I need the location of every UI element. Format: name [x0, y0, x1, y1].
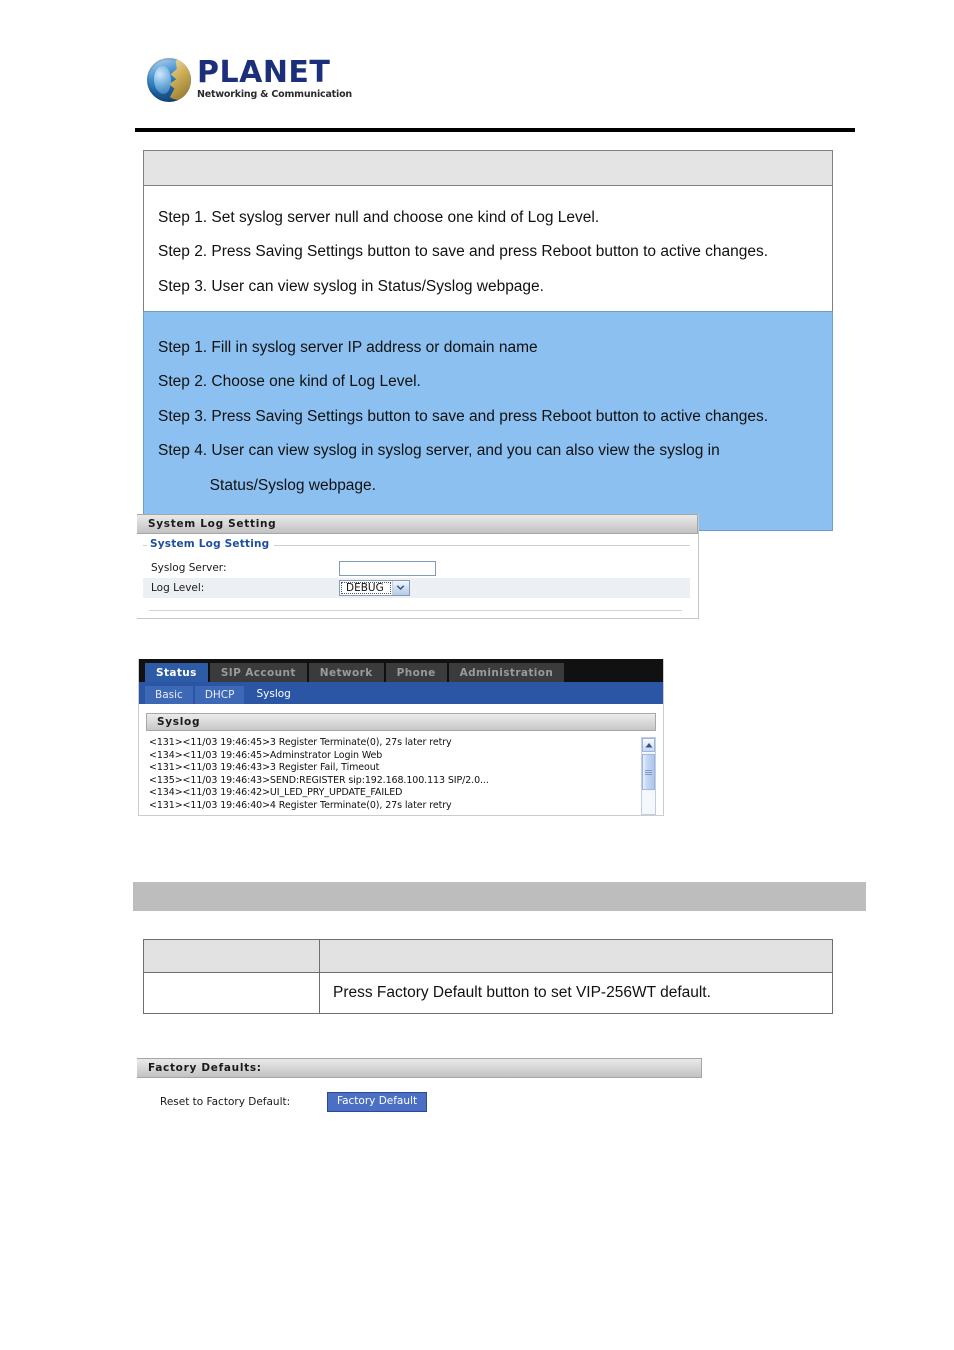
settings-fieldset: System Log Setting Syslog Server: Log Le… — [143, 538, 690, 611]
fieldset-legend: System Log Setting — [147, 538, 275, 550]
chevron-down-icon[interactable] — [391, 581, 409, 595]
sub-tab-bar: Basic DHCP Syslog — [139, 682, 663, 704]
panel-title: Factory Defaults: — [148, 1062, 262, 1074]
step-line: Step 2. Press Saving Settings button to … — [158, 243, 769, 261]
steps-table-syslog-local: Step 1. Set syslog server null and choos… — [143, 150, 833, 316]
scrollbar-grip-icon — [645, 769, 652, 775]
section-separator-band — [133, 882, 866, 911]
factory-default-button[interactable]: Factory Default — [327, 1092, 428, 1112]
syslog-line: <134><11/03 19:46:45>Adminstrator Login … — [149, 749, 383, 761]
syslog-scrollbar[interactable] — [641, 737, 656, 815]
reset-to-factory-default-label: Reset to Factory Default: — [160, 1095, 291, 1108]
syslog-panel-titlebar: Syslog — [146, 713, 656, 731]
syslog-server-label: Syslog Server: — [151, 562, 227, 574]
panel-titlebar: Factory Defaults: — [137, 1058, 702, 1078]
steps-table-header-row — [144, 151, 832, 186]
step-line: Step 1. Fill in syslog server IP address… — [158, 339, 538, 356]
panel-titlebar: System Log Setting — [137, 514, 698, 534]
panel-title: System Log Setting — [148, 518, 277, 530]
row-cell-description: Press Factory Default button to set VIP-… — [319, 972, 833, 1014]
planet-logo: PLANET Networking & Communication — [147, 58, 547, 102]
syslog-line: <131><11/03 19:46:45>3 Register Terminat… — [149, 737, 452, 748]
factory-default-table: Press Factory Default button to set VIP-… — [143, 939, 833, 1014]
factory-default-row: Reset to Factory Default: Factory Defaul… — [137, 1092, 702, 1112]
steps-table-body: Step 1. Set syslog server null and choos… — [144, 186, 832, 314]
subtab-dhcp[interactable]: DHCP — [194, 686, 245, 704]
page-header: PLANET Networking & Communication — [147, 58, 547, 114]
brand-tagline: Networking & Communication — [197, 89, 352, 101]
tab-phone[interactable]: Phone — [385, 663, 447, 682]
syslog-line: <134><11/03 19:46:42>UI_LED_PRY_UPDATE_F… — [149, 787, 403, 799]
settings-form: Syslog Server: Log Level: DEBUG — [143, 558, 690, 598]
header-cell-right — [319, 939, 833, 973]
syslog-line: <131><11/03 19:46:43>3 Register Fail, Ti… — [149, 762, 380, 774]
header-divider-rule — [135, 128, 855, 132]
table-header-row — [143, 939, 833, 973]
header-cell-left — [143, 939, 320, 973]
log-level-row: Log Level: DEBUG — [143, 578, 690, 598]
log-level-label: Log Level: — [151, 582, 205, 594]
step-line: Status/Syslog webpage. — [158, 476, 376, 494]
syslog-line-list: <131><11/03 19:46:45>3 Register Terminat… — [146, 737, 641, 815]
panel-bottom-rule — [149, 610, 682, 611]
log-level-selected-value: DEBUG — [341, 582, 391, 594]
syslog-line: <131><11/03 19:46:40>4 Register Terminat… — [149, 799, 452, 811]
tab-status[interactable]: Status — [145, 663, 208, 682]
step-line: Step 2. Choose one kind of Log Level. — [158, 373, 421, 391]
table-row: Press Factory Default button to set VIP-… — [143, 972, 833, 1014]
row-cell-left — [143, 972, 320, 1014]
syslog-log-area: <131><11/03 19:46:45>3 Register Terminat… — [146, 737, 656, 815]
syslog-line: <135><11/03 19:46:43>SEND:REGISTER sip:1… — [149, 774, 489, 786]
subtab-syslog[interactable]: Syslog — [246, 684, 301, 704]
step-line: Step 4. User can view syslog in syslog s… — [158, 442, 720, 460]
globe-face-logo-icon — [147, 58, 191, 102]
syslog-server-row: Syslog Server: — [143, 558, 690, 578]
log-level-select[interactable]: DEBUG — [339, 580, 410, 596]
step-line: Step 3. Press Saving Settings button to … — [158, 407, 769, 425]
steps-table-syslog-server: Step 1. Fill in syslog server IP address… — [143, 311, 833, 531]
logo-text: PLANET Networking & Communication — [197, 58, 352, 102]
tab-network[interactable]: Network — [308, 663, 384, 682]
factory-defaults-screenshot: Factory Defaults: Reset to Factory Defau… — [137, 1058, 702, 1124]
syslog-panel-title: Syslog — [157, 716, 201, 728]
step-line: Step 1. Set syslog server null and choos… — [158, 209, 600, 226]
scroll-up-icon[interactable] — [642, 738, 655, 752]
subtab-basic[interactable]: Basic — [145, 686, 193, 704]
step-line: Step 3. User can view syslog in Status/S… — [158, 277, 544, 295]
scrollbar-thumb[interactable] — [642, 754, 655, 790]
system-log-setting-screenshot: System Log Setting System Log Setting Sy… — [137, 514, 699, 619]
scrollbar-track[interactable] — [642, 752, 655, 814]
main-tab-bar: Status SIP Account Network Phone Adminis… — [139, 659, 663, 682]
steps-table-body: Step 1. Fill in syslog server IP address… — [144, 312, 832, 530]
brand-name: PLANET — [197, 55, 331, 91]
tab-administration[interactable]: Administration — [448, 663, 565, 682]
tab-sip-account[interactable]: SIP Account — [209, 663, 307, 682]
status-syslog-screenshot: Status SIP Account Network Phone Adminis… — [138, 659, 664, 816]
syslog-server-input[interactable] — [339, 560, 436, 576]
